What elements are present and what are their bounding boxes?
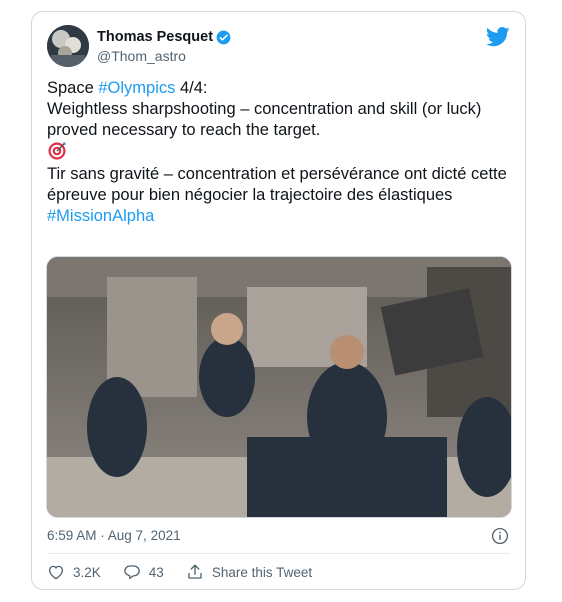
hashtag-missionalpha[interactable]: #MissionAlpha <box>47 207 154 225</box>
iss-crew-photo <box>47 257 511 517</box>
share-button[interactable]: Share this Tweet <box>186 563 312 581</box>
share-label: Share this Tweet <box>211 564 313 580</box>
verified-badge-icon <box>216 30 231 44</box>
tweet-timestamp[interactable]: 6:59 AM · Aug 7, 2021 <box>47 528 181 543</box>
divider <box>47 553 510 554</box>
reply-button[interactable]: 43 <box>123 563 164 581</box>
author-row: Thomas Pesquet <box>97 29 231 45</box>
hashtag-olympics[interactable]: #Olympics <box>98 79 175 97</box>
video-thumbnail[interactable] <box>46 256 512 518</box>
tweet-text-suffix: 4/4: <box>175 79 208 97</box>
share-icon <box>188 564 202 579</box>
tweet-actions: 3.2K 43 Share this Tweet <box>47 563 334 581</box>
tweet-text: Space #Olympics 4/4: Weightless sharpsho… <box>47 78 515 227</box>
tweet-text-french: Tir sans gravité – concentration et pers… <box>47 165 512 204</box>
tweet-text-prefix: Space <box>47 79 99 97</box>
avatar[interactable] <box>47 25 89 67</box>
author-handle[interactable]: @Thom_astro <box>97 48 186 64</box>
like-button[interactable]: 3.2K <box>47 563 101 581</box>
like-count: 3.2K <box>73 564 101 580</box>
tweet-header: Thomas Pesquet @Thom_astro <box>47 25 510 69</box>
author-name[interactable]: Thomas Pesquet <box>97 29 213 45</box>
heart-icon <box>48 565 64 580</box>
reply-count: 43 <box>148 564 164 580</box>
tweet-card[interactable]: Thomas Pesquet @Thom_astro Space #Olympi… <box>31 11 526 590</box>
direct-hit-icon <box>48 142 66 160</box>
info-icon[interactable] <box>491 527 509 545</box>
tweet-text-english: Weightless sharpshooting – concentration… <box>47 100 487 139</box>
reply-icon <box>123 565 140 580</box>
twitter-bird-icon[interactable] <box>486 27 510 47</box>
